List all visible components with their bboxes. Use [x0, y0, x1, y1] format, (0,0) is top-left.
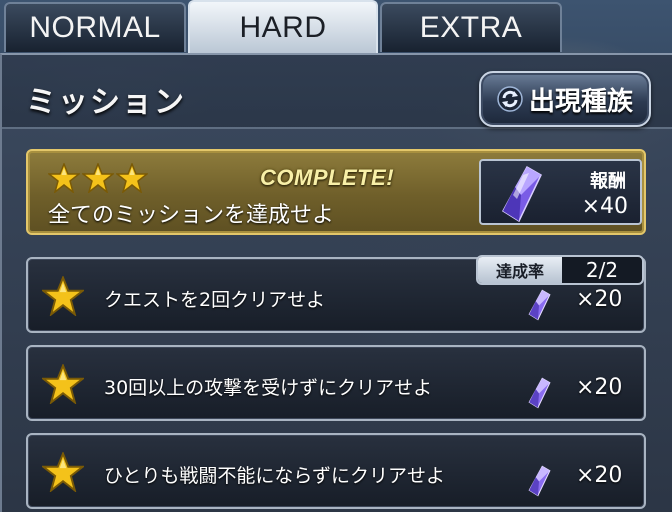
progress-value: 2/2	[585, 258, 619, 282]
tab-hard[interactable]: HARD	[188, 0, 378, 54]
refresh-icon	[497, 86, 523, 112]
star-icon	[42, 276, 84, 316]
panel-header: ミッション 出現種族	[2, 55, 672, 129]
complete-mission-card[interactable]: COMPLETE! 全てのミッションを達成せよ 報酬 ×40	[26, 149, 646, 235]
mission-row[interactable]: クエストを2回クリアせよ 達成率 2/2 ×20	[26, 255, 646, 333]
mission-row[interactable]: ひとりも戦闘不能にならずにクリアせよ ×20	[26, 433, 646, 509]
three-star-rating	[48, 163, 148, 193]
reward-box: 報酬 ×40	[479, 159, 642, 225]
mission-row[interactable]: 30回以上の攻撃を受けずにクリアせよ ×20	[26, 345, 646, 421]
mission-description: クエストを2回クリアせよ	[104, 289, 326, 311]
reward-quantity: ×20	[576, 287, 623, 312]
crystal-icon	[528, 465, 551, 497]
progress-label: 達成率	[478, 257, 562, 283]
star-icon	[116, 163, 148, 193]
star-icon	[42, 364, 84, 404]
reward-quantity: ×20	[576, 463, 623, 488]
enemy-types-button[interactable]: 出現種族	[479, 71, 651, 127]
reward-quantity: ×40	[581, 194, 628, 219]
star-icon	[42, 452, 84, 492]
complete-mission-description: 全てのミッションを達成せよ	[48, 203, 335, 228]
enemy-types-button-label: 出現種族	[528, 86, 633, 117]
star-icon	[48, 163, 80, 193]
crystal-icon	[502, 165, 542, 223]
tab-extra[interactable]: EXTRA	[380, 2, 562, 52]
complete-status: COMPLETE!	[260, 165, 395, 190]
tab-normal[interactable]: NORMAL	[4, 2, 186, 52]
mission-description: 30回以上の攻撃を受けずにクリアせよ	[104, 377, 433, 399]
difficulty-tabs: NORMAL HARD EXTRA	[0, 0, 672, 54]
star-icon	[82, 163, 114, 193]
crystal-icon	[528, 377, 551, 409]
reward-quantity: ×20	[576, 375, 623, 400]
crystal-icon	[528, 289, 551, 321]
progress-indicator: 達成率 2/2	[476, 255, 644, 285]
mission-description: ひとりも戦闘不能にならずにクリアせよ	[104, 465, 446, 487]
panel-title: ミッション	[26, 85, 186, 120]
reward-label: 報酬	[590, 171, 626, 192]
